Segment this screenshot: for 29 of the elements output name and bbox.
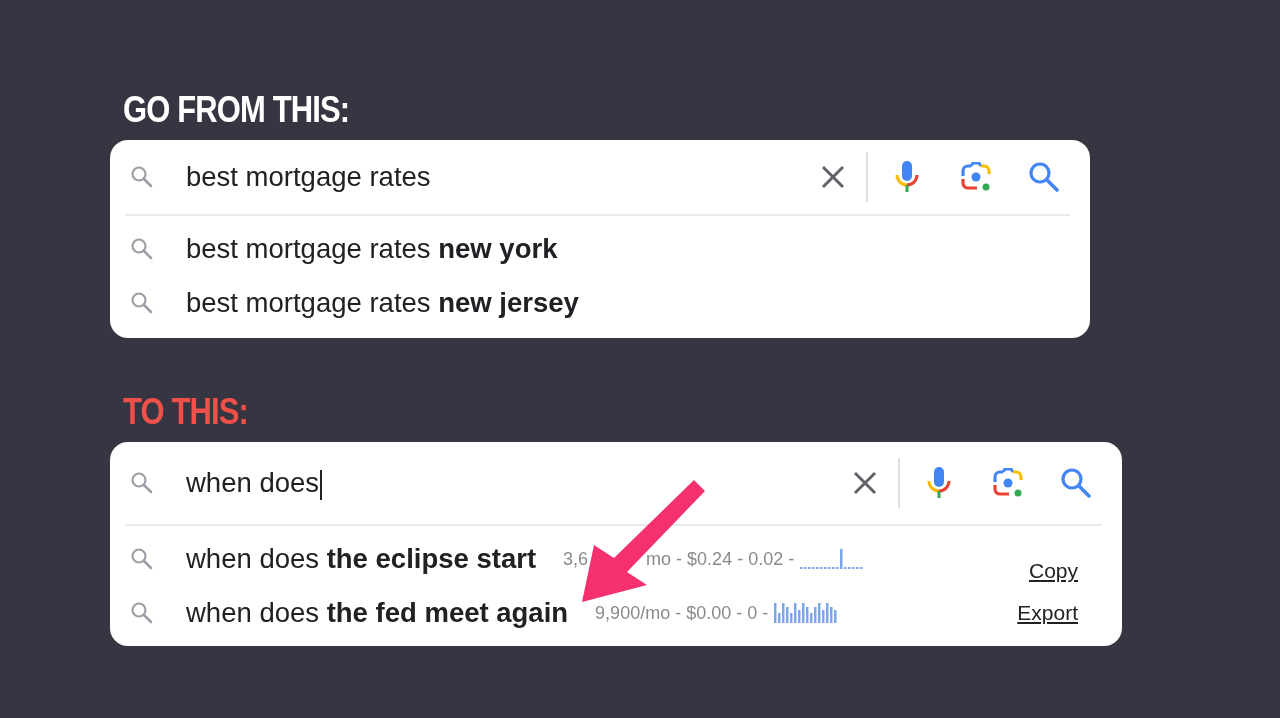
section-heading: TO THIS: (123, 394, 248, 430)
trend-sparkline (800, 549, 864, 569)
suggestion-link[interactable]: when does the fed meet again (186, 592, 569, 634)
close-icon[interactable] (820, 164, 846, 190)
search-icon[interactable] (1028, 161, 1060, 193)
search-icon (130, 601, 154, 625)
search-query-text: when does (186, 462, 322, 504)
search-icon (130, 291, 154, 315)
action-link[interactable]: Export (1017, 597, 1078, 629)
close-icon[interactable] (852, 470, 878, 496)
search-query-text: best mortgage rates (186, 160, 431, 195)
camera-icon[interactable] (960, 162, 992, 192)
search-icon (130, 237, 154, 261)
suggestion-link[interactable]: best mortgage rates new jersey (186, 282, 579, 324)
suggestion-link[interactable]: when does the eclipse start (186, 538, 537, 580)
action-link[interactable]: Copy (1028, 555, 1078, 587)
search-icon (130, 165, 154, 189)
search-icon[interactable] (1060, 467, 1092, 499)
microphone-icon[interactable] (926, 466, 952, 500)
keyword-stats: 9,900/mo - $0.00 - 0 - (595, 601, 769, 625)
trend-sparkline (774, 603, 838, 623)
section-heading: GO FROM THIS: (123, 92, 350, 128)
microphone-icon[interactable] (894, 160, 920, 194)
search-icon (130, 471, 154, 495)
keyword-stats: 3,6 (563, 547, 589, 571)
search-icon (130, 547, 154, 571)
keyword-stats: mo - $0.24 - 0.02 - (646, 547, 795, 571)
camera-icon[interactable] (992, 468, 1024, 498)
suggestion-link[interactable]: best mortgage rates new york (186, 228, 558, 270)
